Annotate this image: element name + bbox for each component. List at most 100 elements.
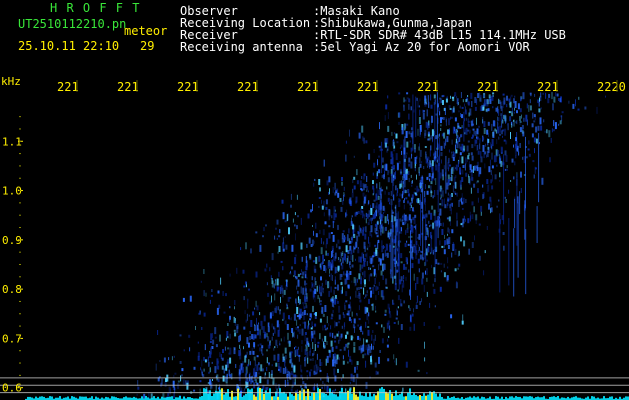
heat-cell (265, 224, 267, 227)
heat-cell (259, 347, 262, 352)
heat-cell (393, 172, 396, 180)
heat-cell (298, 329, 301, 335)
baseline-bar (575, 396, 577, 400)
heat-cell (451, 108, 453, 114)
heat-cell (384, 309, 387, 313)
heat-cell (338, 246, 341, 250)
heat-cell (502, 135, 503, 138)
heat-cell (315, 372, 318, 375)
heat-cell (173, 355, 175, 358)
heat-cell (300, 242, 303, 250)
heat-cell (165, 378, 167, 382)
baseline-bar (247, 388, 249, 400)
heat-cell (426, 372, 428, 375)
heat-cell (370, 359, 373, 365)
heat-streak (445, 155, 447, 194)
heat-cell (568, 100, 570, 104)
heat-cell (439, 203, 442, 206)
heat-cell (204, 344, 206, 351)
heat-cell (315, 233, 318, 238)
heat-cell (397, 306, 399, 309)
heat-cell (460, 92, 462, 98)
heat-cell (352, 188, 354, 193)
heat-cell (368, 153, 371, 160)
heat-cell (410, 314, 412, 322)
heat-cell (458, 200, 460, 207)
heat-cell (366, 213, 369, 219)
heat-cell (301, 340, 303, 345)
heat-cell (517, 103, 520, 110)
heat-cell (201, 359, 203, 367)
heat-cell (426, 176, 429, 180)
heat-cell (366, 260, 368, 266)
heat-cell (365, 321, 367, 328)
heat-cell (411, 207, 414, 212)
heat-cell (522, 92, 525, 100)
heat-cell (276, 320, 279, 328)
heat-cell (455, 282, 458, 289)
heat-cell (229, 306, 231, 309)
heat-cell (561, 115, 563, 122)
heat-cell (510, 132, 511, 139)
heat-cell (385, 278, 388, 285)
heat-cell (349, 266, 351, 270)
heat-cell (384, 249, 386, 257)
heat-cell (265, 387, 268, 391)
heat-cell (470, 92, 473, 99)
heat-cell (333, 206, 336, 214)
heat-cell (447, 245, 450, 249)
heat-cell (506, 95, 508, 101)
heat-cell (451, 139, 453, 145)
heat-cell (502, 101, 504, 109)
heat-cell (322, 229, 325, 236)
heat-cell (349, 296, 351, 300)
heat-cell (426, 156, 428, 164)
heat-cell (305, 274, 307, 279)
heat-cell (377, 371, 379, 375)
heat-cell (414, 157, 417, 164)
heat-cell (433, 251, 435, 254)
heat-cell (426, 291, 428, 297)
heat-cell (362, 192, 365, 197)
heat-cell (282, 212, 285, 220)
baseline-bar (287, 396, 289, 400)
heat-cell (284, 320, 287, 325)
heat-cell (161, 378, 163, 385)
heat-cell (329, 188, 330, 195)
heat-cell (502, 110, 503, 116)
heat-cell (469, 108, 472, 116)
heat-cell (452, 185, 454, 193)
heat-cell (254, 325, 256, 332)
heat-cell (294, 378, 296, 385)
heat-cell (179, 361, 182, 364)
heat-cell (447, 179, 450, 186)
heat-cell (370, 273, 373, 277)
heat-cell (375, 285, 378, 291)
heat-cell (378, 257, 381, 262)
heat-cell (250, 320, 253, 327)
heat-cell (177, 383, 179, 390)
heat-cell (478, 223, 481, 226)
heat-cell (526, 103, 528, 109)
heat-cell (520, 171, 522, 178)
heat-cell (203, 312, 206, 317)
heat-cell (304, 296, 307, 303)
heat-cell (503, 114, 505, 119)
heat-cell (309, 318, 312, 321)
heat-cell (368, 200, 370, 205)
heat-cell (377, 286, 379, 290)
heat-cell (430, 181, 433, 185)
heat-cell (351, 192, 354, 198)
heat-cell (497, 122, 499, 126)
heat-cell (461, 106, 464, 109)
heat-cell (209, 341, 212, 343)
heat-cell (345, 245, 348, 253)
heat-cell (484, 163, 486, 169)
heat-cell (413, 308, 414, 313)
heat-cell (302, 321, 305, 324)
heat-cell (418, 105, 420, 108)
baseline-bar (529, 396, 531, 400)
baseline-bar (261, 388, 263, 400)
baseline-bar (59, 396, 61, 400)
heat-cell (414, 192, 417, 195)
